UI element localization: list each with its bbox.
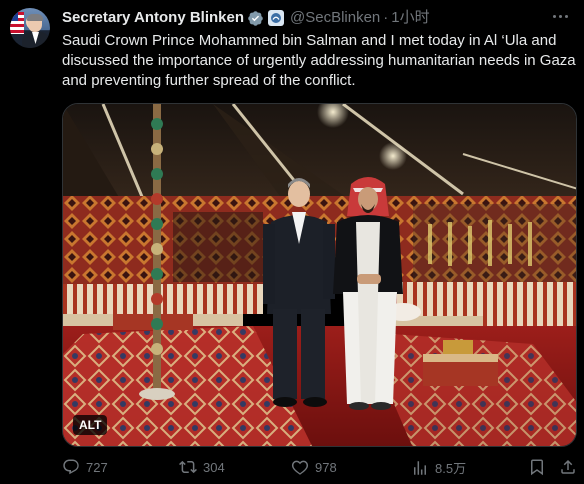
- retweet-button[interactable]: 304: [179, 458, 225, 476]
- share-button[interactable]: [559, 458, 577, 476]
- more-options-icon[interactable]: [548, 6, 572, 26]
- views-button[interactable]: 8.5万: [411, 458, 466, 477]
- tent-meeting-photo: [63, 104, 576, 446]
- verified-badge-icon: [248, 10, 263, 26]
- retweet-count: 304: [203, 459, 225, 475]
- reply-icon: [63, 459, 79, 475]
- separator: ·: [383, 9, 389, 26]
- us-flag-icon: [10, 12, 24, 34]
- retweet-icon: [179, 460, 197, 474]
- view-count: 8.5万: [435, 461, 467, 476]
- views-chart-icon: [414, 460, 426, 475]
- bookmark-icon: [531, 459, 543, 476]
- reply-count: 727: [86, 459, 108, 475]
- reply-button[interactable]: 727: [62, 458, 108, 476]
- tweet-photo[interactable]: [62, 103, 577, 447]
- bookmark-button[interactable]: [528, 458, 546, 476]
- author-avatar[interactable]: [10, 8, 50, 48]
- timestamp[interactable]: 1小时: [391, 9, 429, 27]
- share-icon: [561, 459, 575, 474]
- action-bar: 727 304 978 8.5万: [62, 458, 580, 480]
- tweet: Secretary Antony Blinken @SecBlinken · 1…: [0, 0, 584, 484]
- tweet-text: Saudi Crown Prince Mohammed bin Salman a…: [62, 32, 576, 89]
- government-affiliation-icon[interactable]: [268, 10, 284, 26]
- tweet-header: Secretary Antony Blinken @SecBlinken · 1…: [62, 9, 430, 27]
- author-name[interactable]: Secretary Antony Blinken: [62, 9, 244, 27]
- like-count: 978: [315, 459, 337, 475]
- like-button[interactable]: 978: [291, 458, 337, 476]
- heart-icon: [291, 460, 309, 475]
- author-handle[interactable]: @SecBlinken: [290, 9, 380, 27]
- alt-text-badge[interactable]: ALT: [73, 415, 108, 435]
